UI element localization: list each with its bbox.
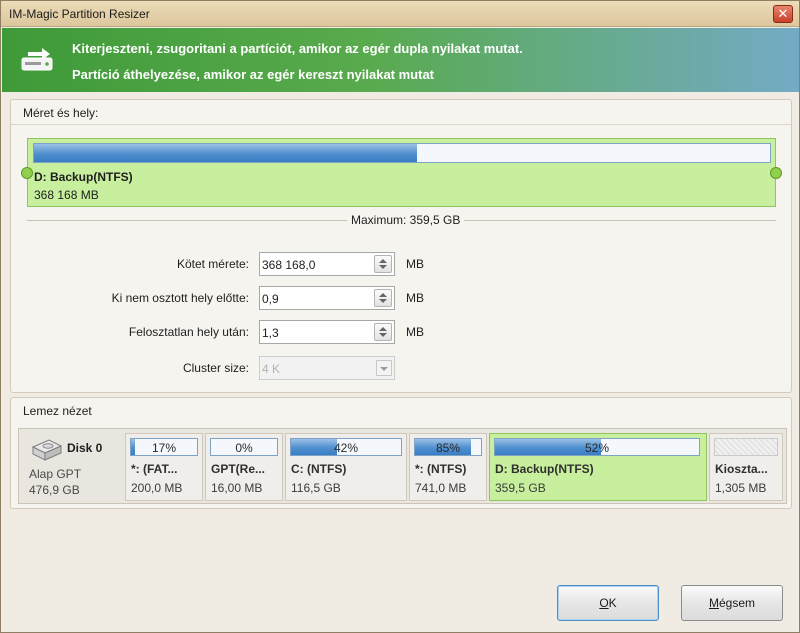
space-after-row: Felosztatlan hely után: MB <box>11 320 793 344</box>
partition-card-name: GPT(Re... <box>211 462 266 476</box>
partition-resizer-window: IM-Magic Partition Resizer ✕ Kiterjeszte… <box>0 0 800 633</box>
space-before-input[interactable] <box>262 290 370 307</box>
partition-usage-percent: 52% <box>584 441 610 455</box>
partition-card-name: D: Backup(NTFS) <box>495 462 594 476</box>
spinner-up-icon[interactable] <box>379 293 387 297</box>
cancel-mnemonic: M <box>708 596 719 610</box>
space-after-unit: MB <box>406 325 424 339</box>
banner-hint-line-2: Partíció áthelyezése, amikor az egér ker… <box>72 67 435 82</box>
cluster-size-label: Cluster size: <box>182 361 249 375</box>
partition-card[interactable]: 17% *: (FAT... 200,0 MB <box>125 433 203 501</box>
partition-card-size: 359,5 GB <box>495 481 546 495</box>
window-title: IM-Magic Partition Resizer <box>9 7 150 21</box>
partition-usage-percent: 17% <box>151 441 177 455</box>
partition-card-name: *: (NTFS) <box>415 462 467 476</box>
cluster-size-row: Cluster size: <box>11 356 793 380</box>
partition-usage-bar: 52% <box>494 438 700 456</box>
partition-card-name: *: (FAT... <box>131 462 178 476</box>
partition-usage-bar: 85% <box>414 438 482 456</box>
drive-move-icon <box>21 48 53 71</box>
partition-usage-percent: 42% <box>333 441 359 455</box>
resize-handle-right[interactable] <box>770 167 782 179</box>
volume-size-spinner[interactable] <box>374 255 392 273</box>
spinner-up-icon[interactable] <box>379 259 387 263</box>
maximum-label: Maximum: 359,5 GB <box>347 213 465 227</box>
volume-size-label: Kötet mérete: <box>176 257 249 271</box>
hint-banner: Kiterjeszteni, zsugoritani a partíciót, … <box>2 28 799 92</box>
spinner-down-icon[interactable] <box>379 265 387 269</box>
space-before-spinner[interactable] <box>374 289 392 307</box>
disk-view-group: Lemez nézet Disk 0 Alap GPT 476,9 GB 17%… <box>10 397 792 509</box>
banner-hint-line-1: Kiterjeszteni, zsugoritani a partíciót, … <box>72 41 523 56</box>
spinner-down-icon[interactable] <box>379 333 387 337</box>
disk-map: Disk 0 Alap GPT 476,9 GB 17% *: (FAT... … <box>18 428 787 504</box>
cluster-size-select[interactable] <box>259 356 395 380</box>
disk-name: Disk 0 <box>67 441 103 455</box>
partition-name: D: Backup(NTFS) <box>34 170 133 184</box>
volume-size-field[interactable] <box>259 252 395 276</box>
disk-info[interactable]: Disk 0 Alap GPT 476,9 GB <box>23 433 117 501</box>
disk-view-title: Lemez nézet <box>23 404 92 418</box>
partition-card-size: 116,5 GB <box>291 481 341 495</box>
ok-mnemonic: O <box>599 596 609 610</box>
partition-usage-percent: 0% <box>235 441 253 455</box>
hard-disk-icon <box>31 439 63 461</box>
maximum-indicator: Maximum: 359,5 GB <box>27 213 776 227</box>
partition-usage-track <box>33 143 771 163</box>
volume-size-row: Kötet mérete: MB <box>11 252 793 276</box>
size-group-title: Méret és hely: <box>23 106 99 120</box>
unallocated-card[interactable]: Kioszta... 1,305 MB <box>709 433 783 501</box>
space-after-input[interactable] <box>262 324 370 341</box>
cancel-label-rest: égsem <box>718 596 756 610</box>
partition-usage-percent: 85% <box>435 441 461 455</box>
partition-card-size: 16,00 MB <box>211 481 263 495</box>
partition-usage-bar: 17% <box>130 438 198 456</box>
space-after-field[interactable] <box>259 320 395 344</box>
cluster-size-value <box>262 360 370 377</box>
partition-card-name: C: (NTFS) <box>291 462 347 476</box>
disk-size: 476,9 GB <box>29 483 80 497</box>
space-before-label: Ki nem osztott hely előtte: <box>111 291 249 305</box>
partition-size: 368 168 MB <box>34 188 99 202</box>
ok-label-rest: K <box>608 596 617 610</box>
partition-usage-bar: 42% <box>290 438 402 456</box>
partition-resize-bar[interactable]: D: Backup(NTFS) 368 168 MB <box>21 138 782 207</box>
space-before-unit: MB <box>406 291 424 305</box>
partition-card-size: 1,305 MB <box>715 481 767 495</box>
partition-card-size: 200,0 MB <box>131 481 183 495</box>
size-and-location-group: Méret és hely: D: Backup(NTFS) 368 168 M… <box>10 99 792 393</box>
space-before-field[interactable] <box>259 286 395 310</box>
title-bar[interactable]: IM-Magic Partition Resizer ✕ <box>1 1 799 27</box>
partition-card[interactable]: 42% C: (NTFS) 116,5 GB <box>285 433 407 501</box>
chevron-down-icon <box>380 367 388 371</box>
volume-size-unit: MB <box>406 257 424 271</box>
space-after-spinner[interactable] <box>374 323 392 341</box>
spinner-down-icon[interactable] <box>379 299 387 303</box>
space-before-row: Ki nem osztott hely előtte: MB <box>11 286 793 310</box>
ok-button[interactable]: OK <box>557 585 659 621</box>
volume-size-input[interactable] <box>262 256 370 273</box>
resize-handle-left[interactable] <box>21 167 33 179</box>
cluster-size-dropdown-button[interactable] <box>376 360 392 376</box>
group-divider <box>11 124 791 125</box>
partition-usage-bar: 0% <box>210 438 278 456</box>
space-after-label: Felosztatlan hely után: <box>128 325 249 339</box>
partition-card[interactable]: 0% GPT(Re... 16,00 MB <box>205 433 283 501</box>
partition-card-size: 741,0 MB <box>415 481 467 495</box>
cancel-button[interactable]: Mégsem <box>681 585 783 621</box>
disk-type: Alap GPT <box>29 467 82 481</box>
spinner-up-icon[interactable] <box>379 327 387 331</box>
partition-usage-bar <box>714 438 778 456</box>
partition-card-selected[interactable]: 52% D: Backup(NTFS) 359,5 GB <box>489 433 707 501</box>
partition-card[interactable]: 85% *: (NTFS) 741,0 MB <box>409 433 487 501</box>
partition-usage-fill <box>34 144 417 162</box>
close-button[interactable]: ✕ <box>773 5 793 23</box>
partition-card-name: Kioszta... <box>715 462 768 476</box>
